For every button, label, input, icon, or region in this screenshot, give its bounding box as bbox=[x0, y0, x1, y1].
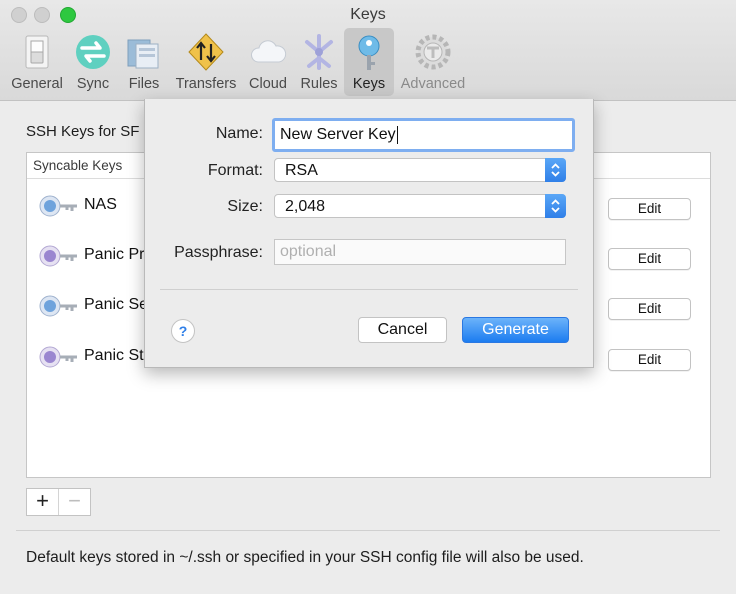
ssh-key-icon bbox=[39, 245, 77, 267]
key-name: NAS bbox=[84, 196, 117, 213]
files-icon bbox=[127, 39, 159, 69]
remove-key-button[interactable]: − bbox=[59, 489, 90, 515]
key-name: Panic St bbox=[84, 347, 144, 364]
footer-note: Default keys stored in ~/.ssh or specifi… bbox=[26, 549, 584, 566]
edit-key-button[interactable]: Edit bbox=[608, 349, 691, 371]
toolbar-item-sync[interactable]: Sync bbox=[70, 28, 116, 96]
passphrase-placeholder: optional bbox=[280, 243, 337, 260]
toolbar-label: Cloud bbox=[249, 76, 287, 92]
toolbar-item-rules[interactable]: Rules bbox=[296, 28, 342, 96]
passphrase-field[interactable]: optional bbox=[274, 239, 566, 265]
size-label: Size: bbox=[227, 198, 263, 215]
generate-button[interactable]: Generate bbox=[462, 317, 569, 343]
general-switch-icon bbox=[25, 35, 49, 69]
sync-arrows-icon bbox=[76, 35, 110, 69]
toolbar-label: General bbox=[11, 76, 63, 92]
toolbar-label: Sync bbox=[76, 76, 110, 92]
toolbar-label: Advanced bbox=[400, 76, 466, 92]
toolbar-item-general[interactable]: General bbox=[8, 28, 66, 96]
cloud-icon bbox=[251, 40, 287, 63]
add-key-button[interactable]: + bbox=[27, 489, 59, 515]
help-button[interactable]: ? bbox=[171, 319, 195, 343]
edit-key-button[interactable]: Edit bbox=[608, 248, 691, 270]
toolbar-label: Rules bbox=[300, 76, 338, 92]
key-name-value: New Server Key bbox=[280, 126, 396, 143]
separator bbox=[16, 530, 720, 531]
name-label: Name: bbox=[215, 125, 263, 142]
edit-key-button[interactable]: Edit bbox=[608, 298, 691, 320]
transfers-icon bbox=[188, 33, 224, 71]
ssh-key-icon bbox=[39, 295, 77, 317]
size-popup[interactable]: 2,048 bbox=[274, 194, 566, 218]
advanced-gear-icon bbox=[415, 34, 451, 70]
key-name-field[interactable]: New Server Key bbox=[272, 118, 575, 152]
toolbar-label: Transfers bbox=[175, 76, 237, 92]
size-value: 2,048 bbox=[285, 198, 326, 215]
rules-icon bbox=[305, 34, 333, 70]
ssh-key-icon bbox=[39, 195, 77, 217]
preferences-window: Keys General Sync Files Transfers Cloud … bbox=[0, 0, 736, 594]
new-key-sheet: Name: New Server Key Format: RSA Size: 2… bbox=[144, 99, 594, 368]
title-bar: Keys General Sync Files Transfers Cloud … bbox=[0, 0, 736, 101]
key-icon bbox=[358, 35, 380, 70]
key-name: Panic Se bbox=[84, 296, 149, 313]
format-popup[interactable]: RSA bbox=[274, 158, 566, 182]
toolbar-label: Keys bbox=[352, 76, 386, 92]
cancel-button[interactable]: Cancel bbox=[358, 317, 447, 343]
popup-arrows-icon bbox=[545, 158, 566, 182]
format-label: Format: bbox=[207, 162, 263, 179]
toolbar-item-transfers[interactable]: Transfers bbox=[172, 28, 240, 96]
ssh-key-icon bbox=[39, 346, 77, 368]
toolbar-item-keys[interactable]: Keys bbox=[344, 28, 394, 96]
toolbar-item-cloud[interactable]: Cloud bbox=[244, 28, 292, 96]
toolbar-item-files[interactable]: Files bbox=[122, 28, 166, 96]
section-label: SSH Keys for SF bbox=[26, 123, 140, 140]
popup-arrows-icon bbox=[545, 194, 566, 218]
separator bbox=[160, 289, 578, 290]
key-name: Panic Pr bbox=[84, 246, 145, 263]
edit-key-button[interactable]: Edit bbox=[608, 198, 691, 220]
passphrase-label: Passphrase: bbox=[174, 244, 263, 261]
add-remove-control: + − bbox=[26, 488, 91, 516]
toolbar-label: Files bbox=[128, 76, 160, 92]
toolbar-item-advanced[interactable]: Advanced bbox=[398, 28, 468, 96]
text-caret bbox=[396, 125, 398, 144]
format-value: RSA bbox=[285, 162, 318, 179]
window-title: Keys bbox=[350, 6, 386, 23]
